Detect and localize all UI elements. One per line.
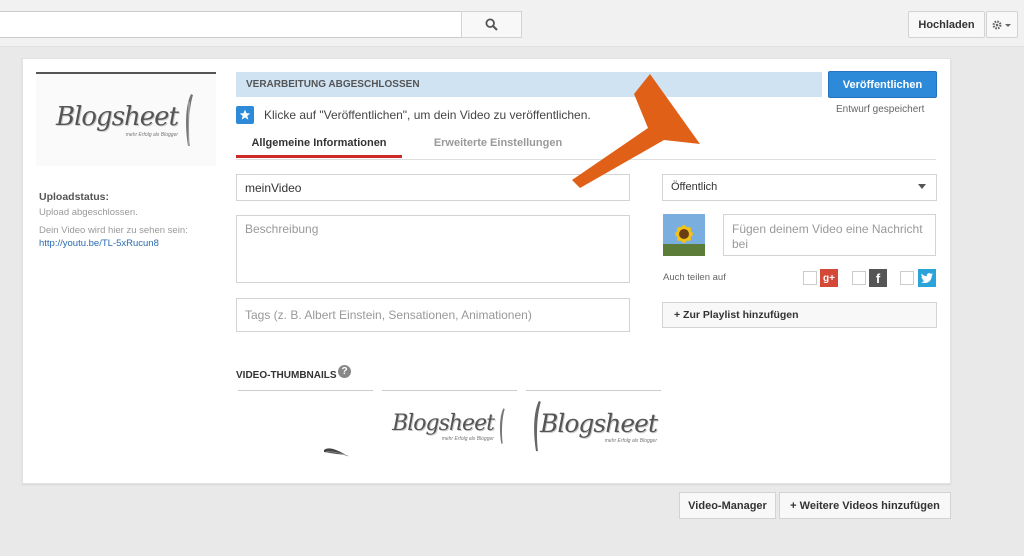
facebook-icon: f — [869, 269, 887, 287]
avatar — [663, 214, 705, 256]
gear-icon — [992, 19, 1011, 30]
google-plus-checkbox[interactable] — [803, 271, 817, 285]
draft-saved-text: Entwurf gespeichert — [836, 104, 925, 115]
thumbnail-option-1[interactable] — [238, 392, 373, 460]
upload-button[interactable]: Hochladen — [908, 11, 985, 38]
twitter-checkbox[interactable] — [900, 271, 914, 285]
processing-status-banner: VERARBEITUNG ABGESCHLOSSEN — [236, 72, 822, 97]
thumbnail-divider — [238, 390, 373, 391]
share-message-textarea[interactable]: Fügen deinem Video eine Nachricht bei — [723, 214, 936, 256]
chevron-down-icon — [918, 184, 926, 189]
thumbnail-logo-tagline: mehr Erfolg als Blogger — [441, 435, 494, 442]
thumbnails-title: VIDEO-THUMBNAILS — [236, 370, 337, 381]
thumbnail-logo-tagline: mehr Erfolg als Blogger — [604, 437, 657, 444]
tags-input[interactable]: Tags (z. B. Albert Einstein, Sensationen… — [236, 298, 630, 332]
feather-icon — [186, 94, 194, 146]
annotation-arrow — [572, 74, 700, 188]
feather-icon — [499, 408, 505, 444]
search-icon — [485, 18, 498, 31]
thumbnail-option-2[interactable]: Blogsheet mehr Erfolg als Blogger — [382, 392, 517, 460]
help-icon[interactable]: ? — [338, 365, 351, 378]
thumbnail-divider — [526, 390, 661, 391]
logo-tagline: mehr Erfolg als Blogger — [125, 132, 179, 138]
thumbnail-logo-text: Blogsheet — [540, 408, 658, 438]
twitter-icon — [918, 269, 936, 287]
tab-advanced-settings[interactable]: Erweiterte Einstellungen — [420, 132, 576, 158]
logo-text: Blogsheet — [55, 102, 179, 132]
settings-button[interactable] — [986, 11, 1018, 38]
video-manager-button[interactable]: Video-Manager — [679, 492, 776, 519]
tab-general-info[interactable]: Allgemeine Informationen — [236, 132, 402, 158]
star-icon — [236, 106, 254, 124]
video-link[interactable]: http://youtu.be/TL-5xRucun8 — [39, 238, 159, 249]
upload-status-text: Upload abgeschlossen. — [39, 207, 138, 218]
search-input[interactable] — [0, 11, 462, 38]
share-label: Auch teilen auf — [663, 272, 726, 283]
thumbnail-option-3[interactable]: Blogsheet mehr Erfolg als Blogger — [526, 392, 661, 460]
video-preview[interactable]: Blogsheet mehr Erfolg als Blogger — [36, 72, 216, 166]
google-plus-icon: g+ — [820, 269, 838, 287]
description-textarea[interactable]: Beschreibung — [236, 215, 630, 283]
publish-button[interactable]: Veröffentlichen — [828, 71, 937, 98]
thumbnail-image — [324, 448, 349, 457]
search-button[interactable] — [461, 11, 522, 38]
video-link-label: Dein Video wird hier zu sehen sein: — [39, 225, 188, 236]
upload-status-title: Uploadstatus: — [39, 191, 110, 203]
thumbnail-divider — [382, 390, 517, 391]
thumbnail-logo-text: Blogsheet — [392, 410, 495, 436]
publish-hint: Klicke auf "Veröffentlichen", um dein Vi… — [264, 108, 591, 122]
add-to-playlist-button[interactable]: + Zur Playlist hinzufügen — [662, 302, 937, 328]
add-more-videos-button[interactable]: + Weitere Videos hinzufügen — [779, 492, 951, 519]
facebook-checkbox[interactable] — [852, 271, 866, 285]
